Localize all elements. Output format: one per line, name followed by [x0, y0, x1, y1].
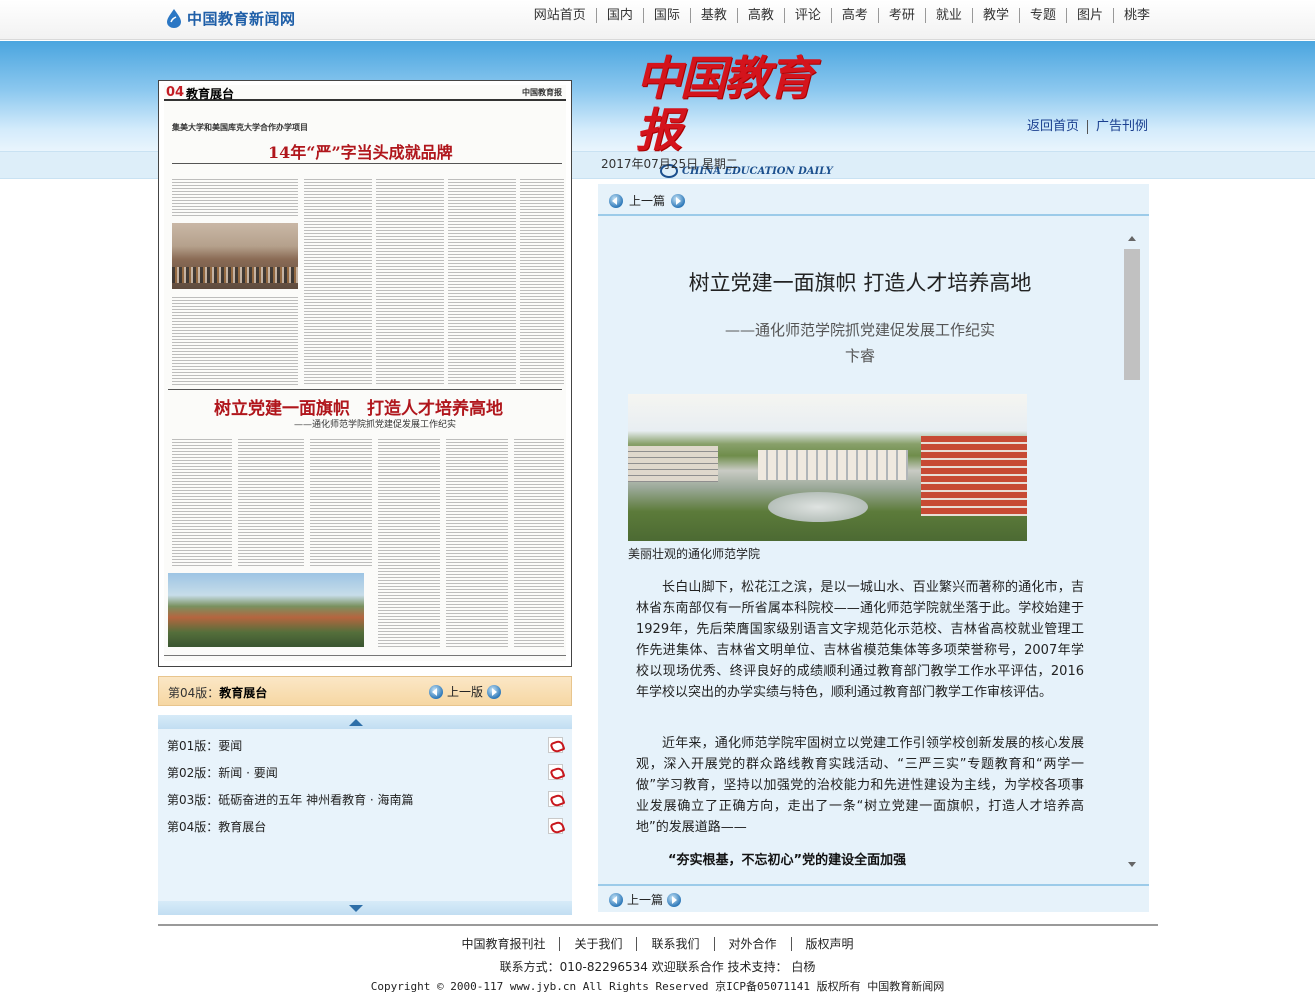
- article-bottom-nav: 上一篇: [598, 884, 1149, 912]
- article-paragraph: 近年来，通化师范学院牢固树立以党建工作引领学校创新发展的核心发展观，深入开展党的…: [636, 736, 1084, 835]
- arrow-right-icon[interactable]: [671, 193, 686, 208]
- paper-logo: 中国教育报 CHINA EDUCATION DAILY: [636, 52, 836, 178]
- scroll-up-arrow-icon[interactable]: [1128, 236, 1136, 241]
- thumbnail-subheadline: 集美大学和美国库克大学合作办学项目: [172, 123, 308, 132]
- scroll-down-icon[interactable]: [349, 905, 363, 912]
- topnav-teaching[interactable]: 教学: [971, 8, 1019, 23]
- logo-drop-icon: [167, 9, 181, 28]
- prev-edition-link[interactable]: 上一版: [447, 683, 483, 700]
- scroll-down-arrow-icon[interactable]: [1128, 862, 1136, 867]
- footer-link-cooperation[interactable]: 对外合作: [713, 937, 791, 951]
- footer-divider: [158, 924, 1158, 926]
- topnav-home[interactable]: 网站首页: [524, 8, 596, 23]
- edition-item-03[interactable]: 第03版：砥砺奋进的五年 神州看教育 · 海南篇: [167, 791, 563, 809]
- topnav-kaoyan[interactable]: 考研: [877, 8, 925, 23]
- arrow-left-icon[interactable]: [609, 193, 623, 208]
- edition-item-label[interactable]: 第04版：教育展台: [167, 820, 266, 834]
- footer-link-about[interactable]: 关于我们: [559, 937, 636, 951]
- footer-contact: 联系方式：010-82296534 欢迎联系合作 技术支持： 白杨: [499, 960, 816, 974]
- arrow-right-icon[interactable]: [487, 684, 502, 699]
- article-title: 树立党建一面旗帜 打造人才培养高地: [688, 271, 1032, 295]
- issue-date: 2017年07月25日 星期二: [601, 157, 738, 171]
- topnav-higher-education[interactable]: 高教: [736, 8, 784, 23]
- site-logo[interactable]: 中国教育新闻网: [165, 6, 296, 30]
- edition-item-label[interactable]: 第02版：新闻 · 要闻: [167, 766, 278, 780]
- current-edition-label: 第04版：教育展台: [168, 686, 268, 700]
- arrow-left-icon[interactable]: [429, 684, 443, 699]
- arrow-right-icon[interactable]: [667, 892, 682, 907]
- paper-logo-name: 中国教育报: [636, 51, 814, 157]
- scroll-up-icon[interactable]: [349, 719, 363, 726]
- footer-link-contact[interactable]: 联系我们: [636, 937, 713, 951]
- pdf-icon[interactable]: [548, 764, 563, 780]
- article-panel: 上一篇 树立党建一面旗帜 打造人才培养高地 ——通化师范学院抓党建促发展工作纪实…: [598, 184, 1149, 912]
- thumbnail-masthead: 中国教育报: [522, 87, 562, 97]
- footer-link-copyright[interactable]: 版权声明: [790, 937, 868, 951]
- edition-item-02[interactable]: 第02版：新闻 · 要闻: [167, 764, 563, 782]
- article-section-heading: “夯实根基，不忘初心”党的建设全面加强: [668, 853, 907, 868]
- pdf-icon[interactable]: [548, 791, 563, 807]
- thumbnail-photo-group: [172, 223, 298, 289]
- topnav-domestic[interactable]: 国内: [595, 8, 643, 23]
- thumbnail-page-name: 教育展台: [186, 87, 235, 101]
- pdf-icon[interactable]: [548, 737, 563, 753]
- footer-links: 中国教育报刊社 关于我们 联系我们 对外合作 版权声明: [0, 937, 1315, 951]
- back-home-link[interactable]: 返回首页: [1027, 120, 1087, 134]
- thumbnail-headline-2[interactable]: 树立党建一面旗帜 打造人才培养高地: [214, 394, 503, 419]
- list-scroll-up[interactable]: [158, 715, 572, 729]
- prev-article-link-bottom[interactable]: 上一篇: [627, 891, 663, 908]
- list-scroll-down[interactable]: [158, 901, 572, 915]
- edition-bar: 第04版：教育展台 上一版: [158, 676, 572, 706]
- arrow-left-icon[interactable]: [609, 892, 623, 907]
- topnav-taoli[interactable]: 桃李: [1112, 8, 1160, 23]
- thumbnail-headline-2-sub: ——通化师范学院抓党建促发展工作纪实: [294, 420, 457, 430]
- article-scrollbar[interactable]: [1122, 229, 1142, 874]
- topnav-topics[interactable]: 专题: [1018, 8, 1066, 23]
- banner-links: 返回首页 广告刊例: [1027, 120, 1156, 134]
- edition-item-label[interactable]: 第03版：砥砺奋进的五年 神州看教育 · 海南篇: [167, 793, 414, 807]
- footer-copyright: Copyright © 2000-117 www.jyb.cn All Righ…: [370, 980, 945, 993]
- top-bar: 中国教育新闻网 网站首页 国内 国际 基教 高教 评论 高考 考研 就业 教学 …: [0, 0, 1315, 40]
- thumbnail-photo-campus: [168, 573, 364, 647]
- ad-rates-link[interactable]: 广告刊例: [1087, 120, 1156, 134]
- site-logo-text: 中国教育新闻网: [187, 9, 296, 28]
- topnav-international[interactable]: 国际: [642, 8, 690, 23]
- article-content[interactable]: 树立党建一面旗帜 打造人才培养高地 ——通化师范学院抓党建促发展工作纪实 卞睿 …: [598, 229, 1142, 874]
- thumbnail-page-number: 04: [166, 85, 185, 100]
- edition-list: 第01版：要闻 第02版：新闻 · 要闻 第03版：砥砺奋进的五年 神州看教育 …: [158, 715, 572, 915]
- page-thumbnail[interactable]: 04 教育展台 中国教育报 集美大学和美国库克大学合作办学项目 14年“严”字当…: [158, 80, 572, 667]
- article-photo: [628, 394, 1027, 541]
- article-paragraph: 长白山脚下，松花江之滨，是以一城山水、百业繁兴而著称的通化市，吉林省东南部仅有一…: [636, 580, 1084, 700]
- topnav-commentary[interactable]: 评论: [783, 8, 831, 23]
- pdf-icon[interactable]: [548, 818, 563, 834]
- edition-item-04[interactable]: 第04版：教育展台: [167, 818, 563, 836]
- prev-article-link-top[interactable]: 上一篇: [629, 192, 665, 209]
- edition-item-label[interactable]: 第01版：要闻: [167, 739, 242, 753]
- thumbnail-footer: [164, 655, 566, 661]
- top-nav: 网站首页 国内 国际 基教 高教 评论 高考 考研 就业 教学 专题 图片 桃李: [524, 8, 1160, 23]
- edition-item-01[interactable]: 第01版：要闻: [167, 737, 563, 755]
- article-top-nav: 上一篇: [598, 184, 1149, 216]
- topnav-employment[interactable]: 就业: [924, 8, 972, 23]
- footer-link-publisher[interactable]: 中国教育报刊社: [447, 937, 559, 951]
- prev-edition[interactable]: 上一版: [429, 683, 502, 700]
- article-author: 卞睿: [844, 347, 875, 365]
- photo-caption: 美丽壮观的通化师范学院: [628, 547, 761, 561]
- topnav-basic-education[interactable]: 基教: [689, 8, 737, 23]
- thumbnail-header: 04 教育展台 中国教育报: [164, 85, 566, 101]
- thumbnail-headline-1[interactable]: 14年“严”字当头成就品牌: [268, 139, 453, 163]
- topnav-gaokao[interactable]: 高考: [830, 8, 878, 23]
- scrollbar-thumb[interactable]: [1124, 249, 1140, 380]
- topnav-pictures[interactable]: 图片: [1065, 8, 1113, 23]
- article-subtitle: ——通化师范学院抓党建促发展工作纪实: [724, 321, 995, 339]
